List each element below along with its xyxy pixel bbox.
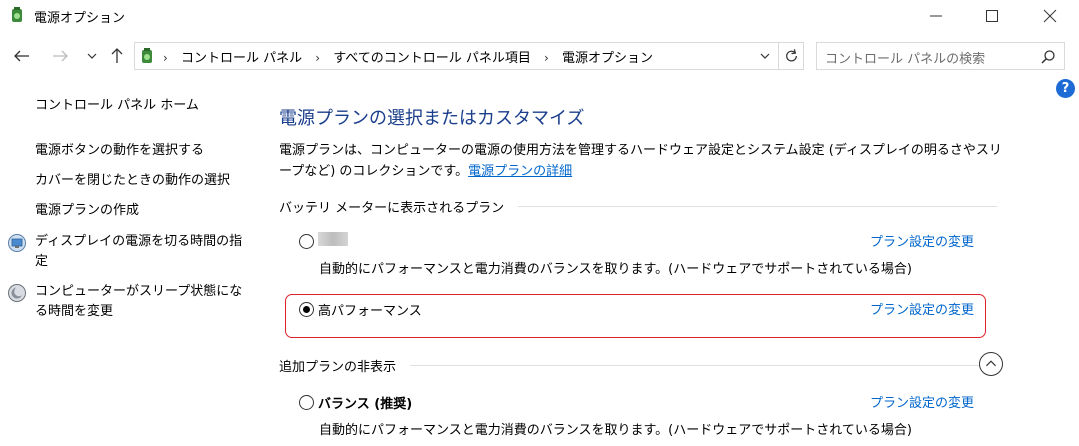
close-icon[interactable] bbox=[1036, 4, 1064, 28]
plan-name-balanced[interactable]: バランス (推奨) bbox=[318, 393, 412, 412]
plan-settings-link-3[interactable]: プラン設定の変更 bbox=[870, 392, 974, 411]
address-bar[interactable]: › コントロール パネル › すべてのコントロール パネル項目 › 電源オプショ… bbox=[134, 42, 804, 70]
battery-section-header: バッテリ メーターに表示されるプラン bbox=[279, 197, 997, 216]
up-arrow-icon[interactable] bbox=[106, 44, 128, 68]
refresh-icon[interactable] bbox=[778, 42, 804, 70]
page-title: 電源プランの選択またはカスタマイズ bbox=[279, 108, 585, 129]
description-text: 電源プランは、コンピューターの電源の使用方法を管理するハードウェア設定とシステム… bbox=[279, 143, 1002, 179]
forward-arrow-icon[interactable] bbox=[48, 44, 72, 68]
sidebar-item-lid-close[interactable]: カバーを閉じたときの動作の選択 bbox=[35, 171, 230, 191]
power-options-icon bbox=[142, 48, 152, 63]
power-options-icon bbox=[12, 7, 22, 22]
window-title: 電源オプション bbox=[34, 11, 126, 26]
sidebar-item-create-plan[interactable]: 電源プランの作成 bbox=[35, 201, 139, 221]
help-icon[interactable]: ? bbox=[1056, 79, 1075, 98]
plan-radio-high-performance[interactable] bbox=[299, 302, 314, 317]
plan-description-3: 自動的にパフォーマンスと電力消費のバランスを取ります。(ハードウェアでサポートさ… bbox=[319, 423, 912, 438]
chevron-down-icon[interactable] bbox=[84, 46, 100, 66]
collapse-chevron-up-icon[interactable] bbox=[979, 352, 1003, 376]
chevron-right-icon[interactable]: › bbox=[544, 51, 549, 65]
chevron-right-icon[interactable]: › bbox=[163, 51, 168, 65]
breadcrumb-control-panel[interactable]: コントロール パネル bbox=[181, 47, 302, 66]
address-dropdown-icon[interactable] bbox=[756, 42, 774, 70]
hidden-section-header: 追加プランの非表示 bbox=[279, 356, 979, 375]
breadcrumb: › コントロール パネル › すべてのコントロール パネル項目 › 電源オプショ… bbox=[163, 47, 653, 66]
plan-name-high-performance[interactable]: 高パフォーマンス bbox=[318, 300, 422, 319]
power-options-window: 電源オプション › コントロール パネル › すべてのコントロール パネル項目 … bbox=[0, 0, 1079, 446]
plan-name-redacted bbox=[318, 232, 348, 246]
display-power-icon bbox=[8, 234, 26, 252]
battery-section-label: バッテリ メーターに表示されるプラン bbox=[279, 201, 505, 216]
sleep-moon-icon bbox=[8, 284, 26, 302]
title-bar: 電源オプション bbox=[0, 0, 1079, 32]
page-description: 電源プランは、コンピューターの電源の使用方法を管理するハードウェア設定とシステム… bbox=[279, 140, 1009, 182]
plan-radio-1[interactable] bbox=[299, 234, 314, 249]
search-input[interactable]: コントロール パネルの検索 bbox=[816, 42, 1065, 70]
search-icon[interactable] bbox=[1040, 49, 1056, 65]
sidebar-item-display-off[interactable]: ディスプレイの電源を切る時間の指定 bbox=[35, 232, 245, 272]
hidden-section-label[interactable]: 追加プランの非表示 bbox=[279, 356, 396, 375]
plan-settings-link-2[interactable]: プラン設定の変更 bbox=[870, 299, 974, 318]
section-divider bbox=[518, 206, 997, 207]
maximize-icon[interactable] bbox=[978, 4, 1006, 28]
sidebar-item-sleep-time[interactable]: コンピューターがスリープ状態になる時間を変更 bbox=[35, 282, 245, 322]
search-placeholder: コントロール パネルの検索 bbox=[825, 52, 986, 67]
chevron-right-icon[interactable]: › bbox=[315, 51, 320, 65]
plan-settings-link-1[interactable]: プラン設定の変更 bbox=[870, 231, 974, 250]
sidebar-item-power-button[interactable]: 電源ボタンの動作を選択する bbox=[35, 141, 204, 161]
plan-details-link[interactable]: 電源プランの詳細 bbox=[468, 164, 572, 179]
minimize-icon[interactable] bbox=[922, 4, 950, 28]
plan-radio-balanced[interactable] bbox=[299, 395, 314, 410]
breadcrumb-all-items[interactable]: すべてのコントロール パネル項目 bbox=[333, 47, 531, 66]
breadcrumb-power-options[interactable]: 電源オプション bbox=[562, 47, 653, 66]
sidebar-home-link[interactable]: コントロール パネル ホーム bbox=[35, 96, 199, 116]
back-arrow-icon[interactable] bbox=[10, 44, 34, 68]
plan-description-1: 自動的にパフォーマンスと電力消費のバランスを取ります。(ハードウェアでサポートさ… bbox=[319, 262, 912, 277]
section-divider bbox=[410, 365, 979, 366]
